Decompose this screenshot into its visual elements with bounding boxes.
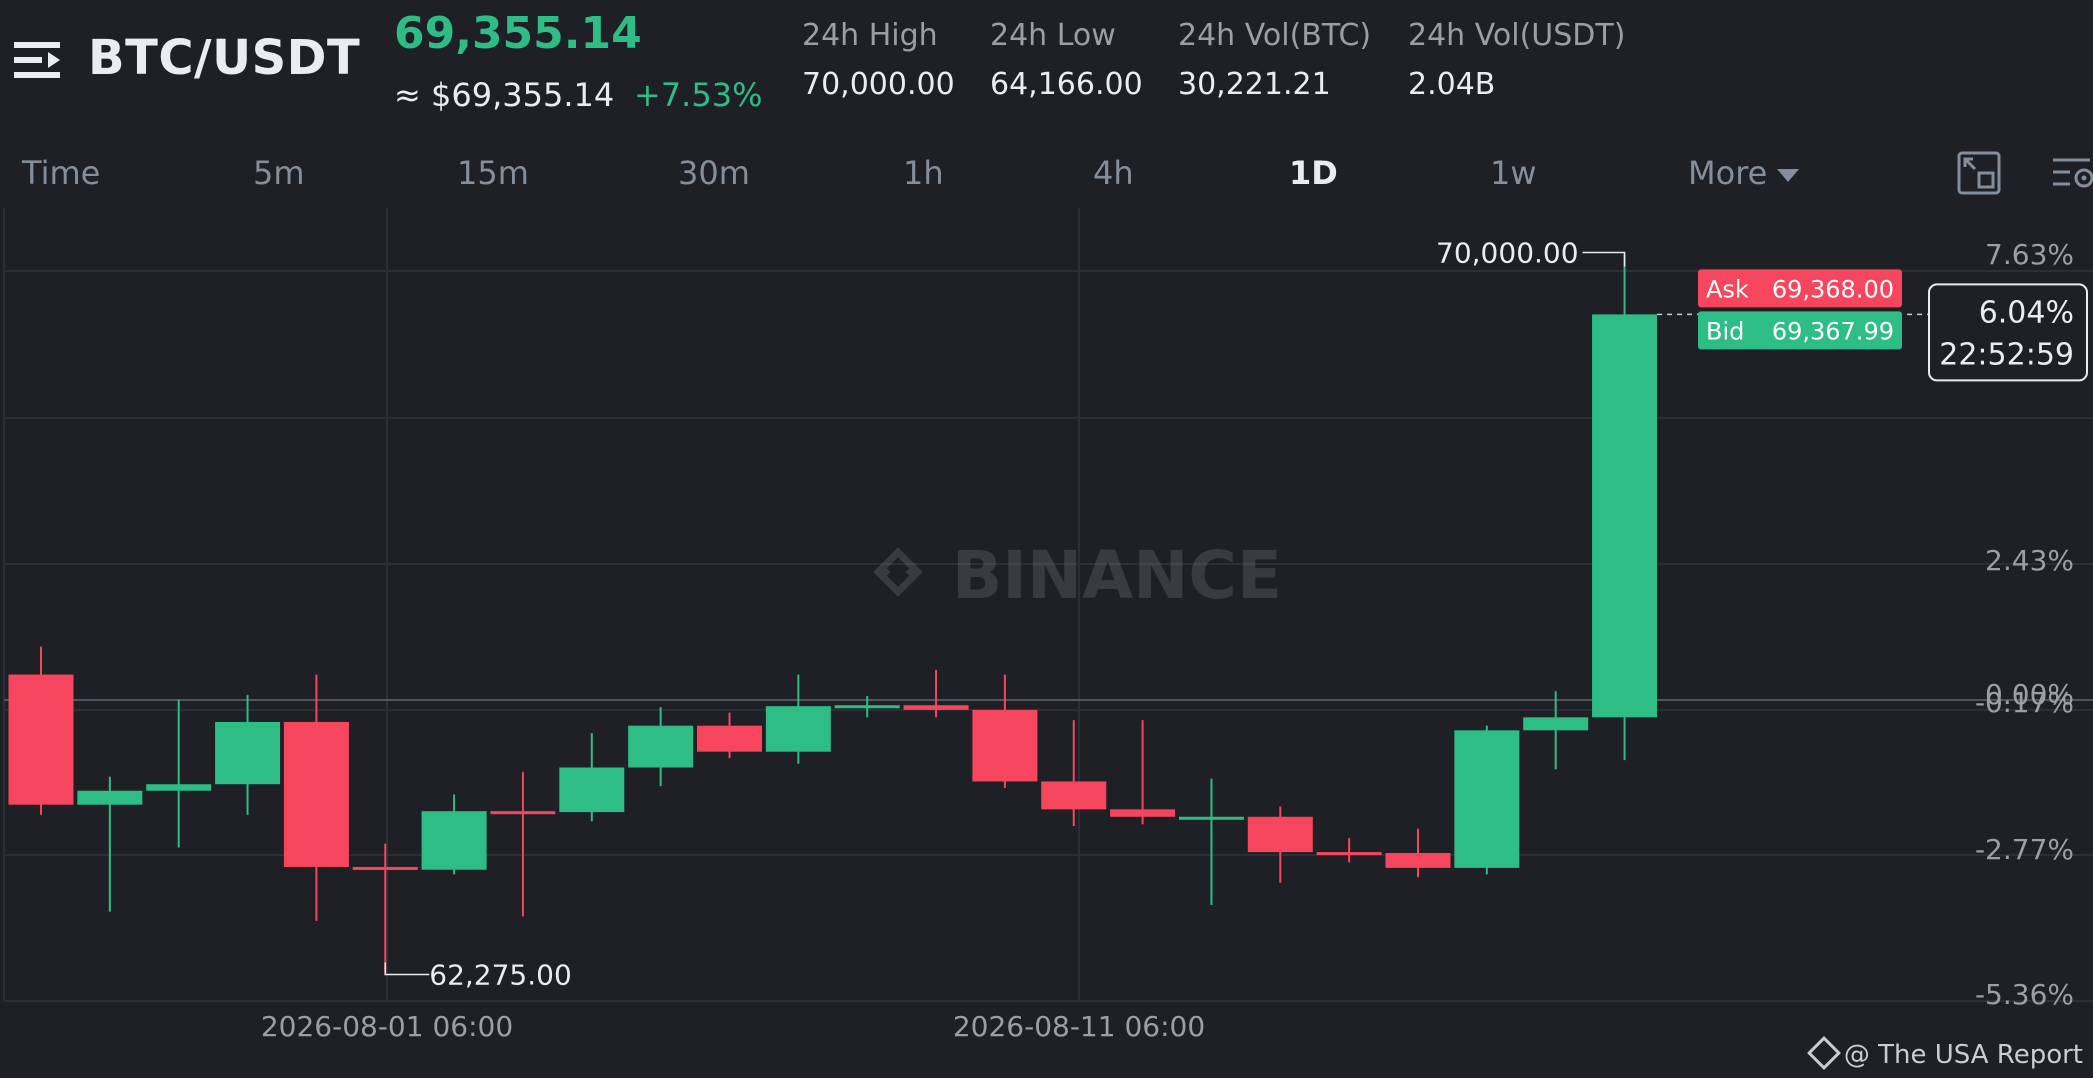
y-tick-label: -0.17%	[1975, 686, 2074, 719]
stat-24h-vol-usdt: 24h Vol(USDT) 2.04B	[1408, 18, 1625, 102]
candle-body	[834, 705, 900, 709]
y-tick-label: 2.43%	[1985, 544, 2074, 577]
pair-title[interactable]: BTC/USDT	[88, 30, 360, 86]
price-change: +7.53%	[634, 76, 763, 114]
tab-1w[interactable]: 1w	[1490, 154, 1537, 192]
candles	[8, 254, 1658, 973]
candle-body	[1041, 781, 1107, 810]
stat-label: 24h Low	[990, 18, 1116, 53]
credit-text: @ The USA Report	[1806, 1036, 2083, 1070]
stat-24h-vol-btc: 24h Vol(BTC) 30,221.21	[1178, 18, 1371, 102]
price-usd: ≈ $69,355.14	[394, 76, 615, 114]
candle-body	[146, 784, 212, 791]
y-tick-label: -2.77%	[1975, 833, 2074, 866]
candle-body	[283, 721, 349, 867]
x-axis-labels: 2026-08-01 06:00 2026-08-11 06:00	[261, 1010, 1205, 1043]
low-price-leader	[384, 962, 430, 976]
chart-settings-icon[interactable]	[2050, 150, 2093, 196]
last-price: 69,355.14	[394, 8, 642, 59]
candlestick-chart[interactable]: BINANCE 7.63%2.43%0.00%-0.17%-2.77%-5.36…	[0, 208, 2093, 1078]
interval-tabs: Time 5m 15m 30m 1h 4h 1D 1w More	[0, 140, 2093, 206]
candle-countdown: 22:52:59	[1939, 337, 2074, 372]
candle-body	[352, 866, 418, 870]
caret-down-icon	[1777, 168, 1800, 182]
menu-icon[interactable]	[14, 36, 62, 84]
stat-value: 64,166.00	[990, 67, 1143, 102]
candle-body	[1178, 816, 1244, 820]
candle-body	[8, 674, 74, 805]
candle-body	[490, 811, 556, 815]
fullscreen-icon[interactable]	[1956, 150, 2002, 196]
stat-value: 70,000.00	[802, 67, 955, 102]
ask-bid-box: Ask 69,368.00 Bid 69,367.99	[1698, 269, 1902, 350]
stat-24h-high: 24h High 70,000.00	[802, 18, 955, 102]
bid-value: 69,367.99	[1772, 317, 1894, 345]
candle-body	[1454, 730, 1520, 868]
stat-value: 2.04B	[1408, 67, 1496, 102]
tab-5m[interactable]: 5m	[253, 154, 305, 192]
candle-body	[1316, 852, 1382, 856]
binance-watermark: BINANCE	[873, 537, 1282, 614]
x-tick-label: 2026-08-01 06:00	[261, 1010, 513, 1043]
tab-1d[interactable]: 1D	[1289, 154, 1338, 192]
high-price-leader	[1582, 251, 1626, 267]
stat-label: 24h High	[802, 18, 938, 53]
candle-body	[697, 725, 762, 752]
candle-body	[1592, 314, 1658, 718]
current-price-box: 6.04% 22:52:59	[1928, 283, 2088, 382]
watermark-text: BINANCE	[952, 537, 1282, 614]
candle-body	[903, 705, 969, 710]
binance-diamond-icon	[1806, 1036, 1841, 1070]
high-price-label: 70,000.00	[1436, 236, 1579, 269]
candle-body	[1110, 809, 1176, 817]
stat-24h-low: 24h Low 64,166.00	[990, 18, 1143, 102]
candle-body	[765, 706, 831, 752]
candle-body	[1385, 853, 1451, 868]
stat-value: 30,221.21	[1178, 67, 1331, 102]
candle-body	[77, 790, 143, 805]
candle-body	[559, 767, 625, 813]
ask-value: 69,368.00	[1772, 275, 1894, 303]
tab-30m[interactable]: 30m	[678, 154, 750, 192]
tab-more[interactable]: More	[1688, 154, 1800, 192]
stat-label: 24h Vol(USDT)	[1408, 18, 1626, 53]
y-tick-label: -5.36%	[1975, 978, 2074, 1011]
candle-body	[1247, 816, 1313, 853]
current-change-percent: 6.04%	[1979, 295, 2074, 330]
candle-body	[972, 709, 1038, 782]
candle-body	[1523, 717, 1589, 731]
ask-label: Ask	[1706, 275, 1749, 303]
tab-1h[interactable]: 1h	[903, 154, 944, 192]
tab-15m[interactable]: 15m	[457, 154, 529, 192]
bid-label: Bid	[1706, 317, 1744, 345]
tab-more-label: More	[1688, 154, 1768, 192]
low-price-label: 62,275.00	[429, 958, 572, 991]
y-tick-label: 7.63%	[1985, 238, 2074, 271]
x-tick-label: 2026-08-11 06:00	[953, 1010, 1205, 1043]
ticker-header: BTC/USDT 69,355.14 ≈ $69,355.14 +7.53% 2…	[0, 0, 2093, 130]
candle-body	[421, 811, 487, 870]
candle-body	[628, 725, 694, 768]
stat-label: 24h Vol(BTC)	[1178, 18, 1372, 53]
tab-time[interactable]: Time	[22, 154, 100, 192]
credit-label: @ The USA Report	[1843, 1040, 2083, 1070]
candle-body	[215, 721, 281, 785]
binance-logo-icon	[873, 547, 923, 597]
tab-4h[interactable]: 4h	[1093, 154, 1134, 192]
